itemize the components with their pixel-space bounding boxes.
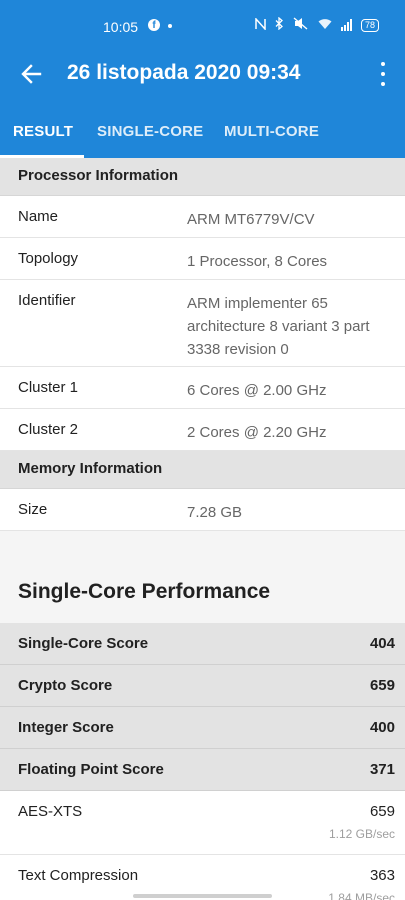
score-row-floating-point: Floating Point Score 371 [0,749,405,791]
more-vertical-icon [381,62,385,66]
test-row-aes-xts: AES-XTS 659 1.12 GB/sec [0,791,405,855]
score-value: 371 [369,761,395,778]
score-row-integer: Integer Score 400 [0,707,405,749]
gesture-nav-bar[interactable] [133,894,272,898]
info-label: Name [18,208,59,225]
more-options-button[interactable] [379,62,387,86]
test-score: 363 [369,867,395,884]
status-bar: 10:05 f 78 [0,0,405,52]
test-rate: 1.84 MB/sec [328,891,395,900]
tab-multi-core[interactable]: MULTI-CORE [224,123,319,140]
info-row-cluster-1: Cluster 1 6 Cores @ 2.00 GHz [0,367,405,409]
score-label: Integer Score [18,719,114,736]
info-row-topology: Topology 1 Processor, 8 Cores [0,238,405,280]
score-label: Single-Core Score [18,635,149,652]
battery-icon: 78 [360,18,379,32]
nfc-icon [255,16,266,33]
info-row-size: Size 7.28 GB [0,489,405,531]
info-row-cluster-2: Cluster 2 2 Cores @ 2.20 GHz [0,409,405,451]
info-value: ARM implementer 65 architecture 8 varian… [187,295,370,358]
single-core-performance-title: Single-Core Performance [0,575,405,623]
info-value: 6 Cores @ 2.00 GHz [187,382,327,399]
info-value: 1 Processor, 8 Cores [187,253,328,270]
test-rate: 1.12 GB/sec [328,827,395,841]
bluetooth-icon [275,16,284,33]
info-label: Cluster 2 [18,421,79,438]
page-title: 26 listopada 2020 09:34 [67,61,301,84]
test-label: AES-XTS [18,803,83,820]
info-row-name: Name ARM MT6779V/CV [0,196,405,238]
info-label: Size [18,501,48,518]
facebook-icon: f [148,19,160,31]
tab-single-core[interactable]: SINGLE-CORE [97,123,203,140]
info-value: 2 Cores @ 2.20 GHz [187,424,327,441]
wifi-icon [318,18,332,33]
memory-info-header: Memory Information [0,451,405,489]
info-value: ARM MT6779V/CV [187,211,315,228]
toolbar: 26 listopada 2020 09:34 [0,52,405,96]
section-spacer [0,531,405,575]
info-row-identifier: Identifier ARM implementer 65 architectu… [0,280,405,367]
app-bar: 10:05 f 78 26 listopada 2020 09:34 RESUL… [0,0,405,158]
tab-bar: RESULT SINGLE-CORE MULTI-CORE [0,116,405,158]
score-label: Crypto Score [18,677,113,694]
mute-icon [293,17,309,33]
info-value: 7.28 GB [187,504,243,521]
info-label: Cluster 1 [18,379,79,396]
score-value: 659 [369,677,395,694]
score-row-crypto: Crypto Score 659 [0,665,405,707]
score-label: Floating Point Score [18,761,164,778]
status-time: 10:05 [103,19,139,35]
status-icons: 78 [255,16,379,33]
test-score: 659 [369,803,395,820]
notification-dot-icon [168,24,172,28]
info-label: Topology [18,250,79,267]
back-button[interactable] [18,60,46,88]
score-value: 400 [369,719,395,736]
signal-icon [340,19,352,31]
info-label: Identifier [18,292,76,309]
test-label: Text Compression [18,867,139,884]
result-content[interactable]: Processor Information Name ARM MT6779V/C… [0,158,405,900]
tab-result[interactable]: RESULT [13,123,73,140]
arrow-left-icon [21,64,42,84]
score-row-single-core: Single-Core Score 404 [0,623,405,665]
processor-info-header: Processor Information [0,158,405,196]
score-value: 404 [369,635,395,652]
